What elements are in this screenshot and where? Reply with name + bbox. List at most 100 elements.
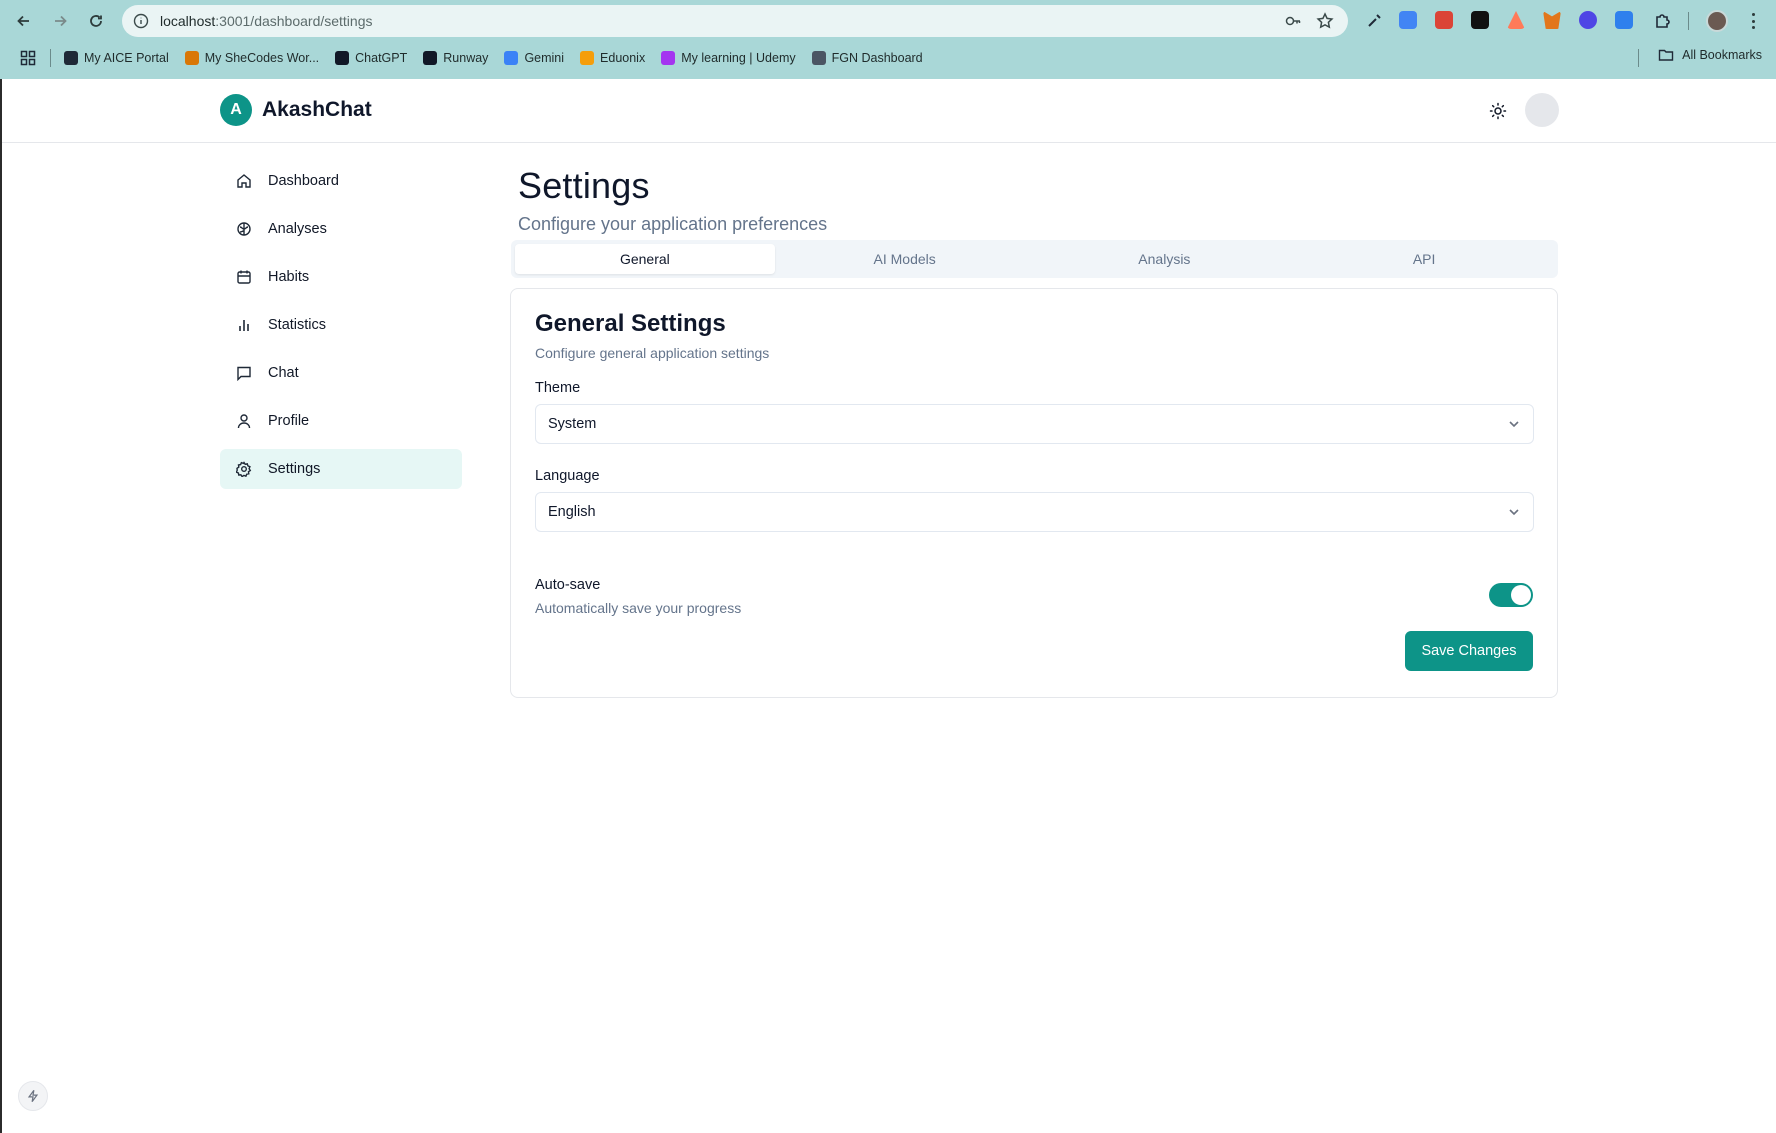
bookmark-item[interactable]: My SheCodes Wor... — [184, 47, 320, 69]
language-value: English — [548, 504, 596, 520]
brand-name: AkashChat — [262, 98, 372, 121]
theme-value: System — [548, 416, 597, 432]
url-text: localhost:3001/dashboard/settings — [160, 13, 373, 29]
bookmark-item[interactable]: ChatGPT — [335, 47, 407, 69]
sidebar-item-label: Dashboard — [268, 173, 339, 189]
bookmark-label: ChatGPT — [355, 51, 408, 65]
all-bookmarks-label: All Bookmarks — [1682, 48, 1762, 62]
sidebar-item-label: Analyses — [268, 221, 327, 237]
tab-general[interactable]: General — [515, 244, 775, 274]
sidebar-item-label: Settings — [268, 461, 321, 477]
bookmark-label: My SheCodes Wor... — [204, 51, 320, 65]
bookmark-item[interactable]: Eduonix — [580, 47, 645, 69]
eyedropper-extension-icon[interactable] — [1366, 11, 1384, 29]
bot-extension-icon[interactable] — [1579, 11, 1597, 29]
sidebar-item-label: Chat — [268, 365, 299, 381]
page-title: Settings — [518, 165, 650, 206]
sidebar-item-habits[interactable]: Habits — [220, 257, 462, 297]
metamask-extension-icon[interactable] — [1543, 11, 1561, 29]
autosave-toggle[interactable] — [1489, 583, 1533, 607]
shecodes-icon — [184, 51, 199, 65]
user-avatar[interactable] — [1525, 93, 1559, 127]
card-subtitle: Configure general application settings — [535, 345, 770, 361]
site-info-icon[interactable] — [132, 12, 150, 30]
sidebar-item-analyses[interactable]: Analyses — [220, 209, 462, 249]
bar-chart-icon — [236, 317, 252, 333]
sidebar-item-label: Statistics — [268, 317, 327, 333]
url-path: :3001/dashboard/settings — [215, 13, 373, 29]
save-changes-button[interactable]: Save Changes — [1405, 631, 1533, 671]
chatgpt-icon — [335, 51, 350, 65]
address-bar[interactable]: localhost:3001/dashboard/settings — [122, 5, 1348, 37]
sidebar-item-settings[interactable]: Settings — [220, 449, 462, 489]
bookmark-label: Eduonix — [600, 51, 646, 65]
autosave-label: Auto-save — [535, 577, 601, 593]
bookmark-star-icon[interactable] — [1316, 12, 1334, 30]
app-root: A AkashChat Dashboard Analyses Habits Stati… — [0, 79, 1776, 1133]
app-header: A AkashChat — [2, 79, 1776, 143]
readwise-extension-icon[interactable] — [1471, 11, 1489, 29]
all-bookmarks-button[interactable]: All Bookmarks — [1658, 47, 1762, 63]
brain-icon — [236, 221, 252, 237]
bookmark-item[interactable]: Runway — [423, 47, 488, 69]
sidebar-item-dashboard[interactable]: Dashboard — [220, 161, 462, 201]
card-title: General Settings — [535, 310, 726, 337]
language-label: Language — [535, 468, 600, 484]
theme-select[interactable]: System — [535, 404, 1534, 444]
back-icon[interactable] — [10, 9, 38, 33]
bookmark-item[interactable]: Gemini — [504, 47, 564, 69]
udemy-icon — [661, 51, 676, 65]
folder-icon — [1658, 49, 1674, 61]
tab-api[interactable]: API — [1294, 244, 1554, 274]
bookmarks-divider — [1638, 49, 1639, 67]
extensions-puzzle-icon[interactable] — [1654, 11, 1672, 29]
sidebar-item-profile[interactable]: Profile — [220, 401, 462, 441]
browser-toolbar: localhost:3001/dashboard/settings — [0, 0, 1776, 42]
arrow-extension-icon[interactable] — [1507, 11, 1525, 29]
todoist-extension-icon[interactable] — [1435, 11, 1453, 29]
chevron-down-icon — [1509, 509, 1519, 516]
calendar-icon — [236, 269, 252, 285]
translate-extension-icon[interactable] — [1399, 11, 1417, 29]
tab-ai-models[interactable]: AI Models — [775, 244, 1035, 274]
settings-tabs: General AI Models Analysis API — [511, 240, 1558, 278]
sidebar-item-label: Habits — [268, 269, 310, 285]
home-icon — [236, 173, 252, 189]
bookmark-item[interactable]: My AICE Portal — [64, 47, 169, 69]
bookmark-label: Gemini — [524, 51, 565, 65]
bookmarks-bar: My AICE Portal My SheCodes Wor... ChatGPT R… — [64, 47, 923, 69]
sun-icon[interactable] — [1486, 99, 1510, 123]
gemini-icon — [504, 51, 519, 65]
brand-mark: A — [220, 94, 252, 126]
sidebar-nav: Dashboard Analyses Habits Statistics Chat Pro… — [220, 161, 462, 497]
browser-profile-avatar[interactable] — [1706, 10, 1728, 32]
dev-tools-bolt-icon[interactable] — [18, 1081, 48, 1111]
settings-icon — [236, 461, 252, 477]
user-icon — [236, 413, 252, 429]
tab-analysis[interactable]: Analysis — [1035, 244, 1295, 274]
browser-menu-icon[interactable] — [1744, 11, 1762, 31]
theme-label: Theme — [535, 380, 581, 396]
alx-icon — [64, 51, 78, 65]
fgn-icon — [811, 51, 826, 65]
bookmark-label: FGN Dashboard — [831, 51, 923, 65]
bookmark-item[interactable]: My learning | Udemy — [661, 47, 796, 69]
chevron-down-icon — [1509, 421, 1519, 428]
bookmark-label: My learning | Udemy — [681, 51, 796, 65]
reload-icon[interactable] — [82, 9, 110, 33]
language-select[interactable]: English — [535, 492, 1534, 532]
message-square-icon — [236, 365, 252, 381]
url-host: localhost — [160, 13, 216, 29]
k-extension-icon[interactable] — [1615, 11, 1633, 29]
sidebar-item-statistics[interactable]: Statistics — [220, 305, 462, 345]
bookmarks-divider — [50, 49, 51, 67]
forward-icon[interactable] — [46, 9, 74, 33]
bookmark-item[interactable]: FGN Dashboard — [811, 47, 923, 69]
eduonix-icon — [580, 51, 595, 65]
bookmark-label: Runway — [443, 51, 489, 65]
general-settings-card: General Settings Configure general appli… — [510, 288, 1558, 698]
brand-logo[interactable]: A AkashChat — [220, 94, 372, 126]
apps-grid-icon[interactable] — [20, 50, 36, 66]
sidebar-item-chat[interactable]: Chat — [220, 353, 462, 393]
password-key-icon[interactable] — [1284, 12, 1302, 30]
